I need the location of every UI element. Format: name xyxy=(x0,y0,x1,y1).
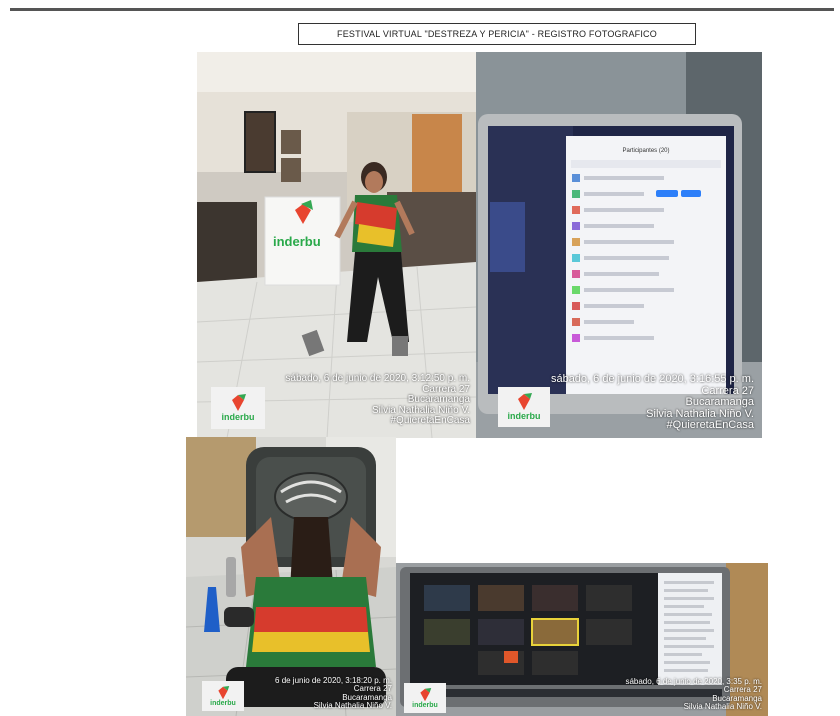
inderbu-logo-icon xyxy=(218,685,230,699)
photo-2-hashtag: #QuieretaEnCasa xyxy=(666,419,754,432)
participants-header: Participantes (20) xyxy=(622,148,669,154)
photo-1-hashtag: #QuieretaEnCasa xyxy=(390,415,471,426)
inderbu-logo-text: inderbu xyxy=(412,701,438,709)
banner-logo-text: inderbu xyxy=(273,234,321,249)
photo-3-scene xyxy=(186,437,396,716)
photo-3-caption: 6 de junio de 2020, 3:18:20 p. m. Carrer… xyxy=(275,676,392,711)
photo-3: inderbu 6 de junio de 2020, 3:18:20 p. m… xyxy=(186,437,396,716)
photo-1-caption: sábado, 6 de junio de 2020, 3:12:50 p. m… xyxy=(285,373,471,427)
top-rule xyxy=(10,8,834,11)
photo-2-city: Bucaramanga xyxy=(685,396,755,409)
inderbu-logo: inderbu xyxy=(202,681,244,711)
inderbu-logo-text: inderbu xyxy=(221,412,255,422)
inderbu-logo: inderbu xyxy=(404,683,446,713)
inderbu-logo-text: inderbu xyxy=(507,411,541,421)
document-title: FESTIVAL VIRTUAL "DESTREZA Y PERICIA" - … xyxy=(298,23,696,45)
photo-4-caption: sábado, 6 de junio de 2020, 3:35 p. m. C… xyxy=(625,677,762,712)
inderbu-logo: inderbu xyxy=(211,387,265,429)
photo-3-person: Silvia Nathalia Niño V. xyxy=(313,701,392,711)
inderbu-logo-icon xyxy=(232,394,246,411)
photo-2: Participantes (20) inderbu sábado, 6 de … xyxy=(476,52,762,438)
inderbu-logo-icon xyxy=(420,687,432,701)
photo-2-caption: sábado, 6 de junio de 2020, 3:16:55 p. m… xyxy=(550,373,755,432)
photo-1-timestamp: sábado, 6 de junio de 2020, 3:12:50 p. m… xyxy=(285,373,470,384)
inderbu-logo: inderbu xyxy=(498,387,550,427)
inderbu-logo-text: inderbu xyxy=(210,699,236,707)
inderbu-logo-icon xyxy=(518,393,532,410)
photo-2-timestamp: sábado, 6 de junio de 2020, 3:16:55 p. m… xyxy=(550,373,754,385)
photo-1: inderbu inderbu sábado, 6 de junio de 20… xyxy=(197,52,476,438)
photo-4: inderbu sábado, 6 de junio de 2020, 3:35… xyxy=(396,563,768,716)
photo-4-person: Silvia Nathalia Niño V. xyxy=(683,702,762,712)
photo-1-city: Bucaramanga xyxy=(407,394,470,405)
